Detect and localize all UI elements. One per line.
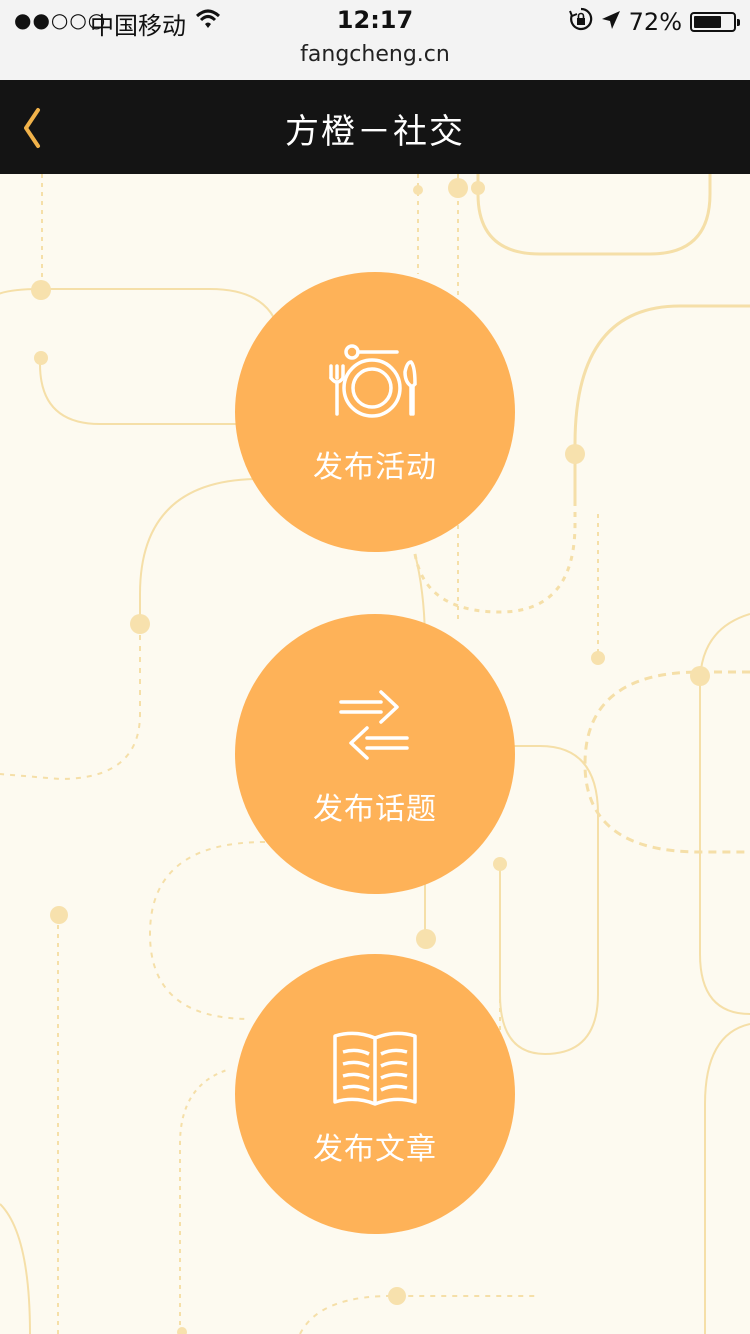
navigation-bar: 方橙－社交 — [0, 80, 750, 174]
exchange-arrows-icon — [339, 690, 409, 760]
page-url[interactable]: fangcheng.cn — [0, 42, 750, 67]
publish-event-button[interactable]: 发布活动 — [235, 272, 515, 552]
publish-event-label: 发布活动 — [313, 450, 437, 485]
open-book-icon — [333, 1031, 417, 1106]
battery-percent: 72% — [628, 8, 682, 36]
status-bar: ●●○○○ 中国移动 12:17 fangcheng.cn 72% — [0, 0, 750, 80]
battery-icon — [690, 12, 740, 32]
rotation-lock-icon — [568, 7, 593, 37]
dining-plate-icon — [329, 344, 417, 418]
publish-topic-label: 发布话题 — [313, 792, 437, 827]
publish-topic-button[interactable]: 发布话题 — [235, 614, 515, 894]
publish-article-label: 发布文章 — [313, 1132, 437, 1167]
location-arrow-icon — [601, 8, 621, 36]
publish-article-button[interactable]: 发布文章 — [235, 954, 515, 1234]
status-right-group: 72% — [568, 7, 740, 37]
battery-tip — [737, 19, 740, 26]
page-title: 方橙－社交 — [285, 112, 465, 152]
battery-level-fill — [694, 16, 722, 28]
